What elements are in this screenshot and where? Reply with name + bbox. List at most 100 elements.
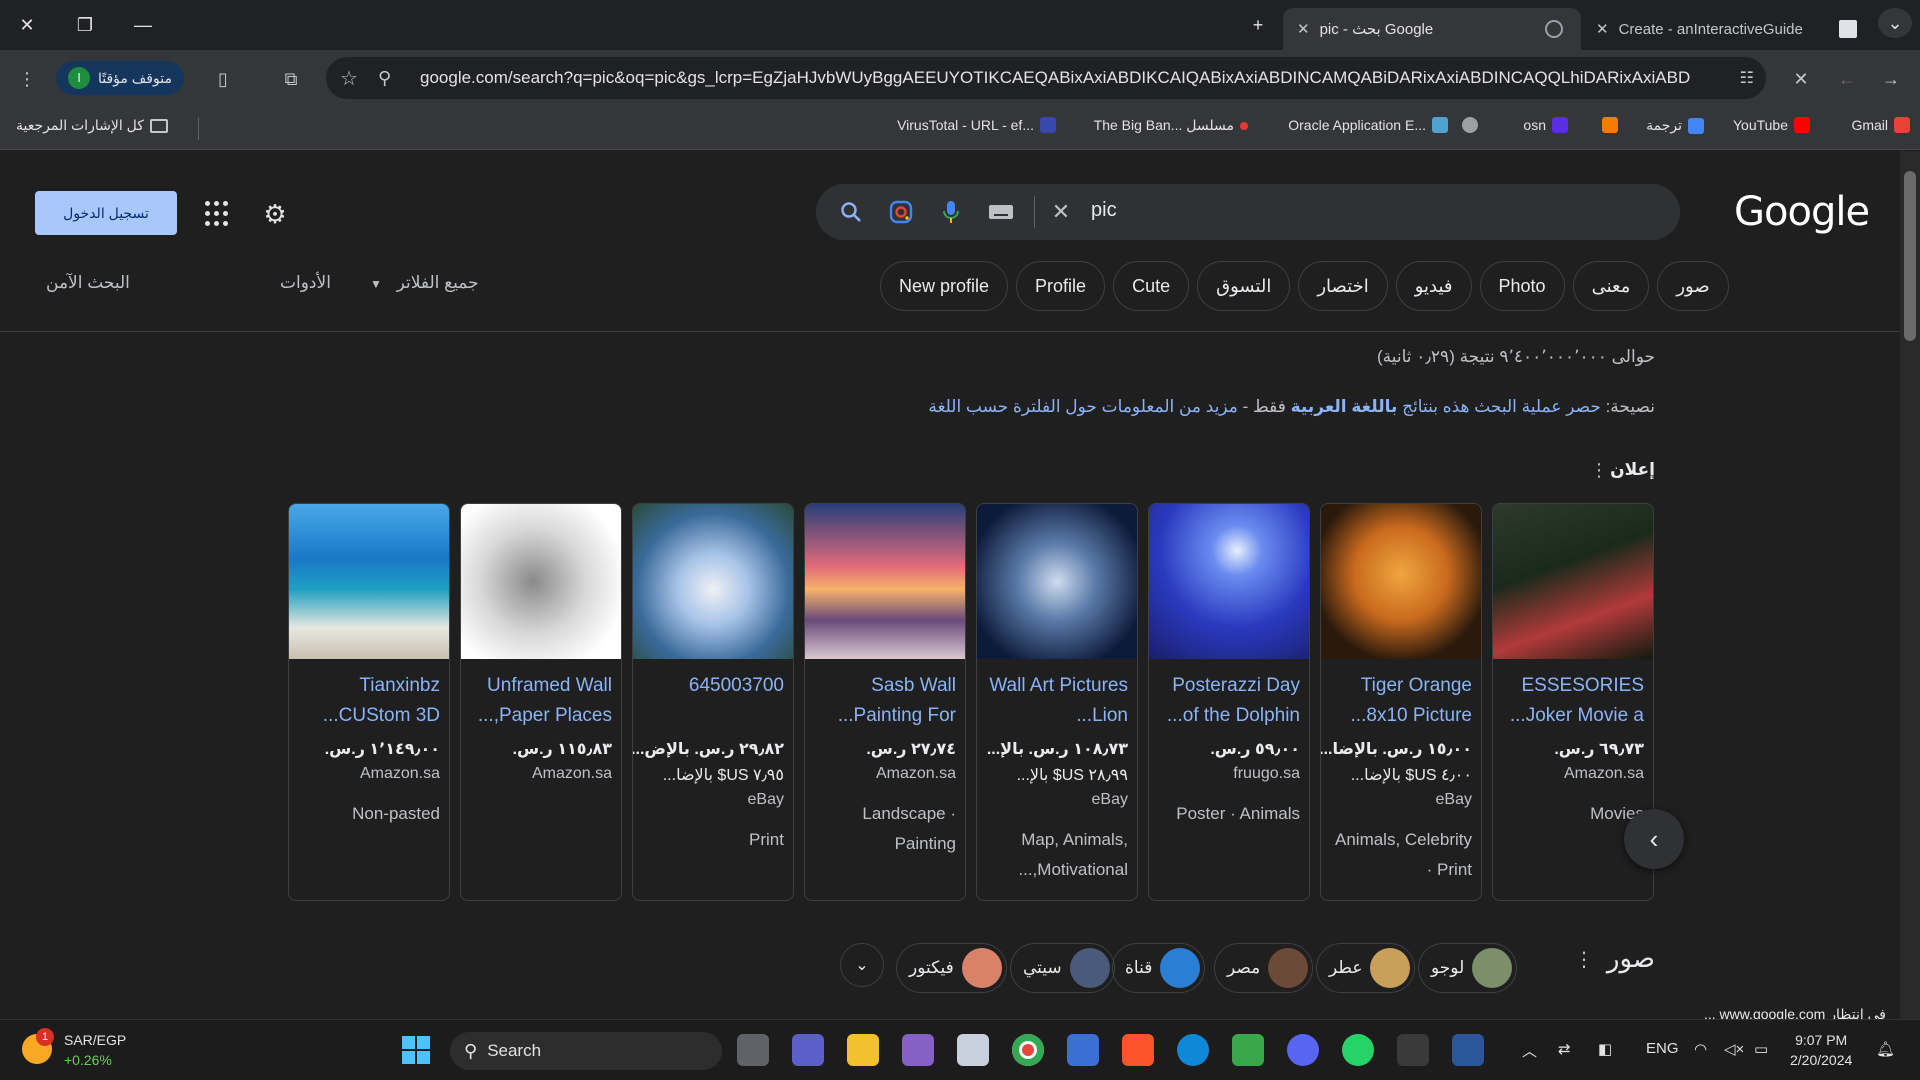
product-title[interactable]: Posterazzi Day of the Dolphin...	[1149, 659, 1309, 731]
signin-button[interactable]: تسجيل الدخول	[35, 191, 177, 235]
stop-loading-icon[interactable]: ✕	[1786, 64, 1816, 94]
photos-icon[interactable]	[1232, 1034, 1264, 1066]
microphone-icon[interactable]	[936, 197, 966, 227]
window-minimize-icon[interactable]: —	[126, 10, 160, 40]
chip-cute[interactable]: Cute	[1113, 261, 1190, 311]
search-icon[interactable]	[836, 197, 866, 227]
notepad-icon[interactable]	[957, 1034, 989, 1066]
google-apps-icon[interactable]	[205, 201, 231, 227]
edge-icon[interactable]	[1177, 1034, 1209, 1066]
tune-icon[interactable]: ☷	[1740, 68, 1754, 88]
brave-icon[interactable]	[1122, 1034, 1154, 1066]
new-tab-icon[interactable]: +	[1241, 10, 1275, 40]
tray-overflow-icon[interactable]: ︿	[1522, 1040, 1537, 1061]
product-ad-card[interactable]: Wall Art Pictures Lion... ١٠٨٫٧٣ ر.س. بال…	[976, 503, 1138, 901]
visual-studio-icon[interactable]	[902, 1034, 934, 1066]
copilot-icon[interactable]	[1067, 1034, 1099, 1066]
image-topic-chip[interactable]: مصر	[1214, 943, 1314, 993]
whatsapp-icon[interactable]	[1342, 1034, 1374, 1066]
google-logo[interactable]: Google	[1734, 189, 1870, 235]
carousel-prev-button[interactable]: ‹	[1624, 809, 1684, 869]
window-close-icon[interactable]: ✕	[10, 10, 44, 40]
chip-shopping[interactable]: التسوق	[1197, 261, 1291, 311]
all-filters-dropdown[interactable]: ▼ جميع الفلاتر	[370, 273, 479, 293]
forward-icon[interactable]: →	[1876, 64, 1906, 94]
product-ad-card[interactable]: 645003700 ٢٩٫٨٢ ر.س. بالإض... ٧٫٩٥ US$ بال…	[632, 503, 794, 901]
discord-icon[interactable]	[1287, 1034, 1319, 1066]
chip-shortcut[interactable]: اختصار	[1298, 261, 1388, 311]
omnibox[interactable]: ☆ ⚲ google.com/search?q=pic&oq=pic&gs_lc…	[326, 57, 1766, 99]
word-icon[interactable]	[1452, 1034, 1484, 1066]
start-icon[interactable]	[400, 1034, 432, 1066]
lens-camera-icon[interactable]	[886, 197, 916, 227]
tab-google-search[interactable]: ✕ pic - بحث Google	[1283, 8, 1581, 50]
product-title[interactable]: Tianxinbz CUStom 3D...	[289, 659, 449, 731]
chip-images[interactable]: صور	[1657, 261, 1729, 311]
url-text[interactable]: google.com/search?q=pic&oq=pic&gs_lcrp=E…	[420, 68, 1690, 88]
tip-restrict-link[interactable]: حصر عملية البحث هذه بنتائج	[1402, 397, 1601, 416]
scrollbar-thumb[interactable]	[1904, 171, 1916, 341]
product-image[interactable]	[461, 504, 621, 659]
all-bookmarks[interactable]: كل الإشارات المرجعية	[16, 117, 168, 134]
extensions-icon[interactable]: ⧉	[276, 64, 306, 94]
language-indicator[interactable]: ENG	[1646, 1040, 1679, 1057]
image-topic-chip[interactable]: قناة	[1112, 943, 1206, 993]
product-title[interactable]: ESSESORIES Joker Movie a...	[1493, 659, 1653, 731]
bookmark-gmail[interactable]: Gmail	[1851, 117, 1910, 133]
settings-gear-icon[interactable]: ⚙	[260, 199, 290, 229]
bookmark-fox[interactable]	[1602, 117, 1618, 133]
product-image[interactable]	[1493, 504, 1653, 659]
clock[interactable]: 9:07 PM 2/20/2024	[1790, 1030, 1852, 1070]
window-restore-icon[interactable]: ❐	[68, 10, 102, 40]
tab-close-icon[interactable]: ✕	[1297, 20, 1310, 38]
keyboard-icon[interactable]	[986, 197, 1016, 227]
bookmark-translate[interactable]: ترجمة	[1646, 117, 1704, 134]
product-image[interactable]	[633, 504, 793, 659]
tab-close-icon[interactable]: ✕	[1596, 20, 1609, 38]
image-topic-chip[interactable]: لوجو	[1418, 943, 1518, 993]
side-panel-icon[interactable]: ▯	[208, 64, 238, 94]
bookmark-bigbang[interactable]: The Big Ban... مسلسل	[1094, 117, 1248, 134]
profile-paused-button[interactable]: ا متوقف مؤقتًا	[56, 61, 184, 95]
file-explorer-icon[interactable]	[847, 1034, 879, 1066]
bookmark-star-icon[interactable]: ☆	[340, 66, 358, 91]
bookmark-youtube[interactable]: YouTube	[1733, 117, 1810, 133]
product-title[interactable]: 645003700	[633, 659, 793, 731]
teams-icon[interactable]	[792, 1034, 824, 1066]
product-title[interactable]: Wall Art Pictures Lion...	[977, 659, 1137, 731]
bookmark-oracle[interactable]: Oracle Application E...	[1288, 117, 1448, 133]
product-image[interactable]	[805, 504, 965, 659]
image-topic-chip[interactable]: سيتي	[1010, 943, 1115, 993]
product-image[interactable]	[977, 504, 1137, 659]
page-scrollbar[interactable]	[1900, 151, 1920, 1019]
taskbar-search[interactable]: ⚲ Search	[450, 1032, 722, 1070]
tab-search-chevron-icon[interactable]: ⌄	[1878, 8, 1912, 38]
chip-photo[interactable]: Photo	[1479, 261, 1565, 311]
product-ad-card[interactable]: Tianxinbz CUStom 3D... ١٬١٤٩٫٠٠ ر.س. Amazo…	[288, 503, 450, 901]
tab-create-guide[interactable]: ✕ Create - anInteractiveGuide	[1582, 8, 1874, 50]
product-title[interactable]: Sasb Wall Painting For...	[805, 659, 965, 731]
chip-profile[interactable]: Profile	[1016, 261, 1106, 311]
site-info-icon[interactable]: ⚲	[378, 68, 391, 89]
search-query[interactable]: pic	[1091, 199, 1117, 222]
bookmark-osn[interactable]: osn	[1523, 117, 1568, 133]
back-icon[interactable]: ←	[1832, 64, 1862, 94]
wifi-icon[interactable]: ◠	[1694, 1040, 1707, 1058]
safe-search-button[interactable]: البحث الآمن	[46, 273, 130, 293]
terminal-icon[interactable]	[1397, 1034, 1429, 1066]
battery-icon[interactable]: ▭	[1754, 1040, 1768, 1058]
product-ad-card[interactable]: Sasb Wall Painting For... ٢٧٫٧٤ ر.س. Amazo…	[804, 503, 966, 901]
task-view-icon[interactable]	[737, 1034, 769, 1066]
product-title[interactable]: Tiger Orange 8x10 Picture...	[1321, 659, 1481, 731]
tray-app-icon[interactable]: ◧	[1598, 1040, 1612, 1058]
image-topic-chip[interactable]: فيكتور	[896, 943, 1007, 993]
volume-muted-icon[interactable]: ◁×	[1724, 1040, 1744, 1058]
stock-widget[interactable]: SAR/EGP +0.26%	[64, 1030, 126, 1070]
images-menu-icon[interactable]: ⋮	[1574, 947, 1594, 972]
product-ad-card[interactable]: Posterazzi Day of the Dolphin... ٥٩٫٠٠ ر.…	[1148, 503, 1310, 901]
clear-query-icon[interactable]: ✕	[1046, 197, 1076, 227]
chip-meaning[interactable]: معنى	[1572, 261, 1650, 311]
tray-sync-icon[interactable]: ⇄	[1558, 1040, 1571, 1058]
tools-button[interactable]: الأدوات	[280, 273, 331, 293]
chip-new-profile[interactable]: New profile	[880, 261, 1009, 311]
